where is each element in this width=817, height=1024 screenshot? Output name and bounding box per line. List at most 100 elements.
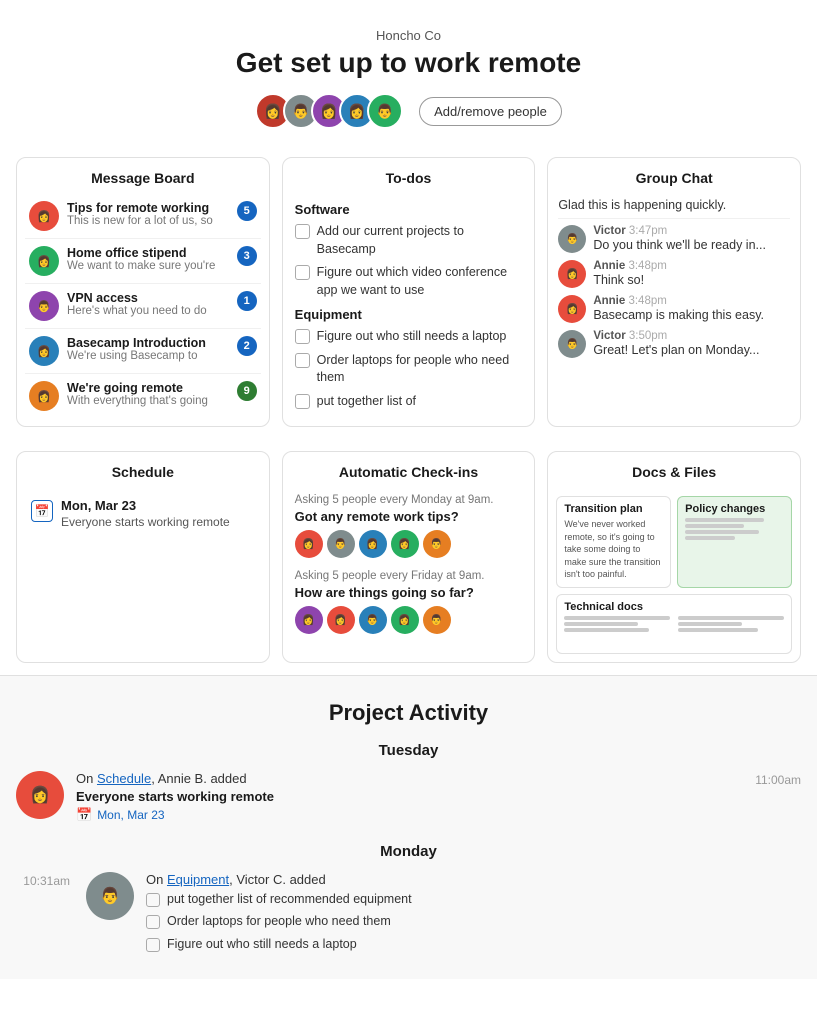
todo-text: put together list of xyxy=(317,393,416,411)
header-avatars-row: 👩 👨 👩 👩 👨 Add/remove people xyxy=(20,93,797,129)
avatar: 👩 xyxy=(29,201,59,231)
activity-avatar: 👨 xyxy=(86,872,134,920)
chat-content: Glad this is happening quickly. 👨 Victor… xyxy=(548,194,800,373)
calendar-icon: 📅 xyxy=(76,807,92,823)
doc-policy-changes[interactable]: Policy changes xyxy=(677,496,792,588)
todo-text: Order laptops for people who need them xyxy=(317,352,523,387)
doc-technical-docs[interactable]: Technical docs xyxy=(556,594,792,654)
docs-files-panel: Docs & Files Transition plan We've never… xyxy=(547,451,801,663)
todo-item[interactable]: Figure out who still needs a laptop xyxy=(295,328,523,346)
todo-checkbox[interactable] xyxy=(146,893,160,907)
todo-item[interactable]: Add our current projects to Basecamp xyxy=(295,223,523,258)
activity-link-equipment[interactable]: Equipment xyxy=(167,872,229,887)
docs-content: Transition plan We've never worked remot… xyxy=(548,488,800,662)
doc-lines xyxy=(685,518,784,540)
checkin-block: Asking 5 people every Friday at 9am. How… xyxy=(295,570,523,634)
message-preview: With everything that's going xyxy=(67,395,229,407)
todo-item[interactable]: put together list of xyxy=(295,393,523,411)
group-chat-title: Group Chat xyxy=(548,158,800,194)
activity-day-tuesday: Tuesday xyxy=(16,742,801,759)
avatar: 👩 xyxy=(327,606,355,634)
cal-date-text: Mon, Mar 23 xyxy=(97,808,164,822)
avatar: 👨 xyxy=(423,606,451,634)
docs-title: Docs & Files xyxy=(548,452,800,488)
chat-message: 👩 Annie 3:48pm Think so! xyxy=(558,260,790,288)
todo-item[interactable]: Figure out which video conference app we… xyxy=(295,264,523,299)
todos-title: To-dos xyxy=(283,158,535,194)
message-content: VPN access Here's what you need to do xyxy=(67,291,229,317)
activity-description: On Schedule, Annie B. added xyxy=(76,771,731,786)
checkins-title: Automatic Check-ins xyxy=(283,452,535,488)
activity-right-content: 👨 On Equipment, Victor C. added put toge… xyxy=(86,872,801,960)
checkin-avatars: 👩 👩 👨 👩 👨 xyxy=(295,606,523,634)
avatar: 👨 xyxy=(29,291,59,321)
project-activity-section: Project Activity Tuesday 👩 On Schedule, … xyxy=(0,675,817,980)
chat-author-line: Annie 3:48pm xyxy=(593,260,667,272)
list-item[interactable]: 👩 Tips for remote working This is new fo… xyxy=(25,194,261,239)
schedule-title: Schedule xyxy=(17,452,269,488)
unread-badge: 5 xyxy=(237,201,257,221)
chat-author-line: Annie 3:48pm xyxy=(593,295,764,307)
chat-text-block: Victor 3:50pm Great! Let's plan on Monda… xyxy=(593,330,759,357)
team-avatars: 👩 👨 👩 👩 👨 xyxy=(255,93,403,129)
message-title: Home office stipend xyxy=(67,246,229,260)
todo-checkbox[interactable] xyxy=(146,938,160,952)
avatar: 👩 xyxy=(29,336,59,366)
message-preview: We're using Basecamp to xyxy=(67,350,229,362)
chat-message-text: Basecamp is making this easy. xyxy=(593,308,764,322)
chat-message-text: Great! Let's plan on Monday... xyxy=(593,343,759,357)
activity-info: On Equipment, Victor C. added put togeth… xyxy=(146,872,801,960)
activity-time: 11:00am xyxy=(731,771,801,787)
activity-todo-item: Figure out who still needs a laptop xyxy=(146,936,801,954)
avatar: 👨 xyxy=(558,225,586,253)
todo-checkbox[interactable] xyxy=(146,915,160,929)
avatar: 👩 xyxy=(29,381,59,411)
todo-section-equipment: Equipment xyxy=(295,307,523,322)
list-item[interactable]: 👩 We're going remote With everything tha… xyxy=(25,374,261,418)
event-date: Mon, Mar 23 xyxy=(61,498,230,513)
chat-author-line: Victor 3:50pm xyxy=(593,330,759,342)
todo-checkbox[interactable] xyxy=(295,265,310,280)
calendar-icon: 📅 xyxy=(31,500,53,522)
todos-panel: To-dos Software Add our current projects… xyxy=(282,157,536,427)
schedule-event[interactable]: 📅 Mon, Mar 23 Everyone starts working re… xyxy=(31,498,255,529)
list-item[interactable]: 👩 Basecamp Introduction We're using Base… xyxy=(25,329,261,374)
message-content: Tips for remote working This is new for … xyxy=(67,201,229,227)
activity-link-schedule[interactable]: Schedule xyxy=(97,771,151,786)
activity-time-monday: 10:31am xyxy=(16,872,86,888)
chat-message: 👩 Annie 3:48pm Basecamp is making this e… xyxy=(558,295,790,323)
avatar: 👩 xyxy=(359,530,387,558)
todo-checkbox[interactable] xyxy=(295,224,310,239)
doc-columns xyxy=(564,616,784,632)
company-name: Honcho Co xyxy=(20,28,797,43)
avatar: 👨 xyxy=(327,530,355,558)
doc-col xyxy=(564,616,670,632)
todo-checkbox[interactable] xyxy=(295,394,310,409)
doc-title: Technical docs xyxy=(564,601,784,613)
list-item[interactable]: 👩 Home office stipend We want to make su… xyxy=(25,239,261,284)
chat-text-block: Annie 3:48pm Think so! xyxy=(593,260,667,287)
checkin-avatars: 👩 👨 👩 👩 👨 xyxy=(295,530,523,558)
doc-col xyxy=(678,616,784,632)
activity-day-monday: Monday xyxy=(16,843,801,860)
todo-item[interactable]: Order laptops for people who need them xyxy=(295,352,523,387)
todo-text: Order laptops for people who need them xyxy=(167,913,391,931)
add-remove-people-button[interactable]: Add/remove people xyxy=(419,97,562,126)
doc-transition-plan[interactable]: Transition plan We've never worked remot… xyxy=(556,496,671,588)
list-item[interactable]: 👨 VPN access Here's what you need to do … xyxy=(25,284,261,329)
todo-checkbox[interactable] xyxy=(295,353,310,368)
chat-text-block: Annie 3:48pm Basecamp is making this eas… xyxy=(593,295,764,322)
todo-checkbox[interactable] xyxy=(295,329,310,344)
unread-badge: 2 xyxy=(237,336,257,356)
avatar: 👩 xyxy=(558,260,586,288)
chat-author-line: Victor 3:47pm xyxy=(593,225,766,237)
avatar: 👩 xyxy=(295,530,323,558)
todo-text: Figure out who still needs a laptop xyxy=(167,936,357,954)
avatar[interactable]: 👨 xyxy=(367,93,403,129)
schedule-panel: Schedule 📅 Mon, Mar 23 Everyone starts w… xyxy=(16,451,270,663)
activity-tuesday-row: 👩 On Schedule, Annie B. added Everyone s… xyxy=(16,771,801,823)
activity-cal-date: 📅 Mon, Mar 23 xyxy=(76,807,731,823)
unread-badge: 9 xyxy=(237,381,257,401)
checkin-asking: Asking 5 people every Friday at 9am. xyxy=(295,570,523,582)
message-preview: Here's what you need to do xyxy=(67,305,229,317)
